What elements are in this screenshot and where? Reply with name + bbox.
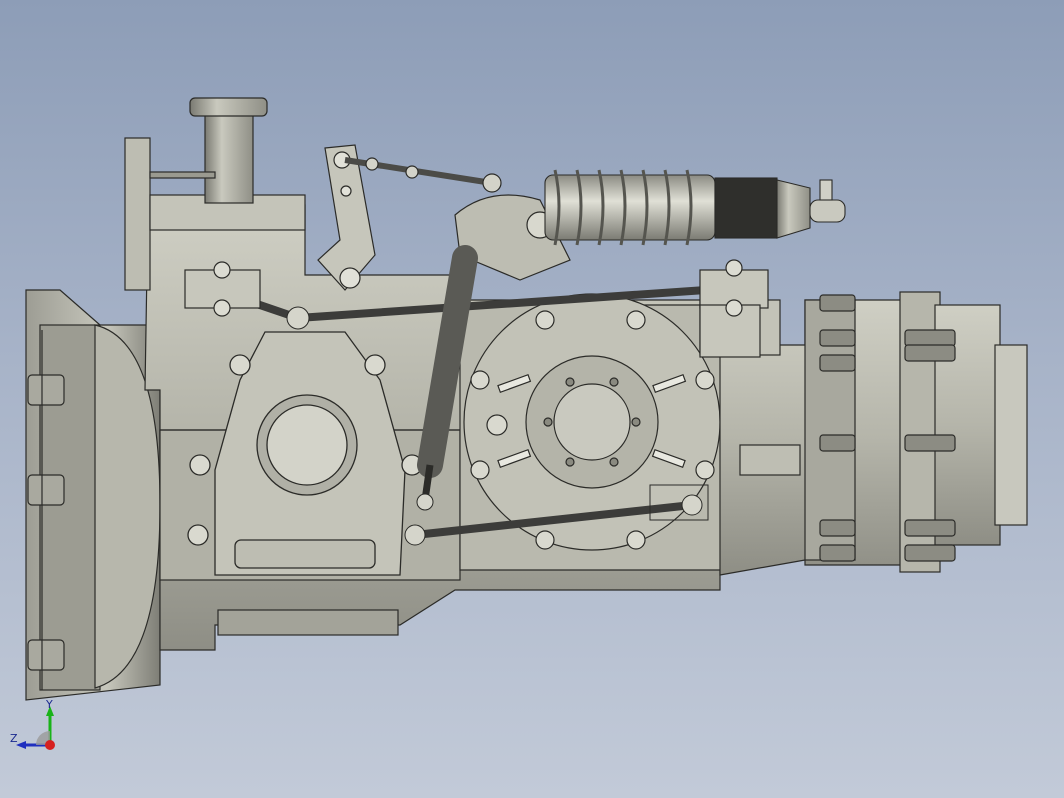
z-axis-label: Z [10, 732, 18, 745]
x-axis-icon [45, 740, 55, 750]
orientation-triad: Y Z [10, 700, 55, 750]
graphics-viewport[interactable]: Y Z [0, 0, 1064, 798]
gearbox-assembly-model[interactable] [0, 0, 1064, 798]
filler-cap[interactable] [149, 97, 268, 204]
bell-housing[interactable] [25, 289, 161, 701]
y-axis-label: Y [45, 700, 53, 711]
rocker-arm[interactable] [317, 144, 571, 291]
pushrod[interactable] [344, 157, 502, 193]
coilover-spring[interactable] [544, 169, 846, 246]
